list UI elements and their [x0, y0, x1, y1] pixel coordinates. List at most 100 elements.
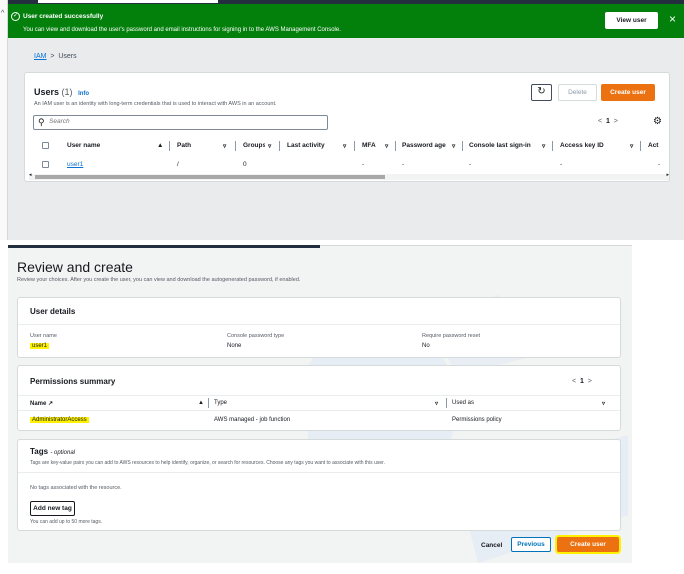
divider: [18, 324, 620, 325]
current-page[interactable]: 1: [606, 118, 610, 125]
column-divider[interactable]: [462, 141, 463, 151]
search-input[interactable]: [49, 118, 319, 125]
sort-desc-icon[interactable]: ▿: [452, 142, 455, 150]
column-divider[interactable]: [279, 141, 280, 151]
column-last-activity[interactable]: Last activity: [287, 142, 325, 149]
column-path[interactable]: Path: [177, 142, 191, 149]
column-password-age[interactable]: Password age: [402, 142, 446, 149]
review-screenshot: Review and create Review your choices. A…: [8, 245, 632, 563]
column-user-name[interactable]: User name: [67, 142, 100, 149]
column-divider[interactable]: [169, 141, 170, 151]
console-top-bar: [8, 245, 320, 248]
column-divider[interactable]: [446, 398, 447, 408]
current-page[interactable]: 1: [580, 378, 584, 385]
left-nav-strip[interactable]: ^: [0, 0, 8, 240]
next-page-icon[interactable]: >: [588, 378, 592, 385]
add-new-tag-button[interactable]: Add new tag: [30, 501, 75, 516]
column-divider[interactable]: [640, 141, 641, 151]
column-divider[interactable]: [235, 141, 236, 151]
user-name-link[interactable]: user1: [67, 161, 83, 168]
column-divider[interactable]: [552, 141, 553, 151]
view-user-button[interactable]: View user: [605, 12, 658, 29]
breadcrumb-current: Users: [58, 53, 77, 60]
policy-type: AWS managed - job function: [214, 417, 291, 423]
scroll-right-icon[interactable]: ▸: [666, 172, 669, 178]
breadcrumb-iam-link[interactable]: IAM: [34, 53, 46, 60]
sort-desc-icon[interactable]: ▿: [343, 142, 346, 150]
cell-act: -: [658, 161, 661, 168]
create-user-button[interactable]: Create user: [557, 537, 619, 552]
sort-asc-icon[interactable]: ▲: [198, 400, 204, 406]
delete-button[interactable]: Delete: [558, 84, 597, 101]
cell-console-last-sign-in: -: [469, 161, 472, 168]
close-icon[interactable]: ×: [669, 13, 676, 25]
sort-desc-icon[interactable]: ▿: [542, 142, 545, 150]
sort-desc-icon[interactable]: ▿: [223, 142, 226, 150]
info-link[interactable]: Info: [78, 91, 89, 97]
users-panel: Users (1) Info An IAM user is an identit…: [24, 72, 670, 182]
password-type-value: None: [227, 343, 242, 349]
refresh-icon: ↻: [537, 86, 546, 97]
policy-name-link[interactable]: AdministratorAccess: [30, 417, 89, 423]
column-divider[interactable]: [395, 141, 396, 151]
sort-desc-icon[interactable]: ▿: [602, 400, 605, 407]
column-divider[interactable]: [208, 398, 209, 408]
breadcrumb: IAM > Users: [34, 53, 77, 60]
column-name[interactable]: Name ↗: [30, 400, 53, 407]
flash-message: You can view and download the user's pas…: [23, 27, 341, 33]
breadcrumb-separator: >: [50, 53, 55, 60]
top-border: [320, 245, 632, 246]
create-user-button[interactable]: Create user: [601, 84, 655, 101]
column-access-key-id[interactable]: Access key ID: [560, 142, 604, 149]
refresh-button[interactable]: ↻: [531, 84, 552, 101]
pagination: < 1 >: [598, 118, 618, 125]
success-flash-banner: ✓ User created successfully You can view…: [8, 4, 684, 38]
column-type[interactable]: Type: [214, 400, 227, 406]
cancel-button[interactable]: Cancel: [481, 542, 502, 549]
user-name-label: User name: [30, 333, 57, 339]
cell-password-age: -: [402, 161, 405, 168]
prev-page-icon[interactable]: <: [572, 378, 576, 385]
no-tags-message: No tags associated with the resource.: [30, 485, 122, 491]
next-page-icon[interactable]: >: [614, 118, 618, 125]
column-divider[interactable]: [354, 141, 355, 151]
page-title: Review and create: [17, 259, 133, 275]
select-all-checkbox[interactable]: [42, 142, 49, 149]
column-act[interactable]: Act: [648, 142, 658, 149]
sort-desc-icon[interactable]: ▿: [385, 142, 388, 150]
tags-title: Tags: [30, 447, 49, 456]
search-field[interactable]: ⚲: [33, 115, 328, 130]
cell-groups: 0: [243, 161, 247, 168]
sort-desc-icon[interactable]: ▿: [435, 400, 438, 407]
tags-limit: You can add up to 50 more tags.: [30, 519, 103, 525]
tags-card: Tags - optional Tags are key-value pairs…: [17, 439, 621, 531]
users-screenshot: ^ ✓ User created successfully You can vi…: [0, 0, 684, 240]
column-mfa[interactable]: MFA: [362, 142, 376, 149]
sort-asc-icon[interactable]: ▲: [157, 142, 163, 149]
scroll-left-icon[interactable]: ◂: [29, 172, 32, 178]
prev-page-icon[interactable]: <: [598, 118, 602, 125]
column-groups[interactable]: Groups: [243, 142, 265, 149]
row-checkbox[interactable]: [42, 161, 49, 168]
sort-desc-icon[interactable]: ▿: [268, 142, 271, 150]
column-used-as[interactable]: Used as: [452, 400, 474, 406]
horizontal-scrollbar[interactable]: ◂ ▸: [29, 172, 669, 180]
password-reset-label: Require password reset: [422, 333, 481, 339]
page-subtitle: Review your choices. After you create th…: [17, 277, 301, 283]
permission-row: AdministratorAccess: [30, 417, 89, 423]
cell-path: /: [177, 161, 179, 168]
column-console-last-sign-in[interactable]: Console last sign-in: [469, 142, 531, 149]
nav-collapse-icon[interactable]: ^: [1, 10, 4, 17]
previous-button[interactable]: Previous: [511, 537, 551, 552]
users-count: (1): [61, 87, 73, 97]
cell-access-key-id: -: [560, 161, 563, 168]
gear-icon[interactable]: ⚙: [653, 116, 662, 127]
external-link-icon[interactable]: ↗: [48, 401, 53, 407]
password-reset-value: No: [422, 343, 430, 349]
divider: [18, 395, 620, 396]
tags-optional: - optional: [50, 450, 75, 456]
scroll-thumb[interactable]: [35, 175, 385, 179]
column-name-label: Name: [30, 401, 47, 407]
sort-desc-icon[interactable]: ▿: [630, 142, 633, 150]
top-bar-tab[interactable]: [38, 0, 218, 3]
